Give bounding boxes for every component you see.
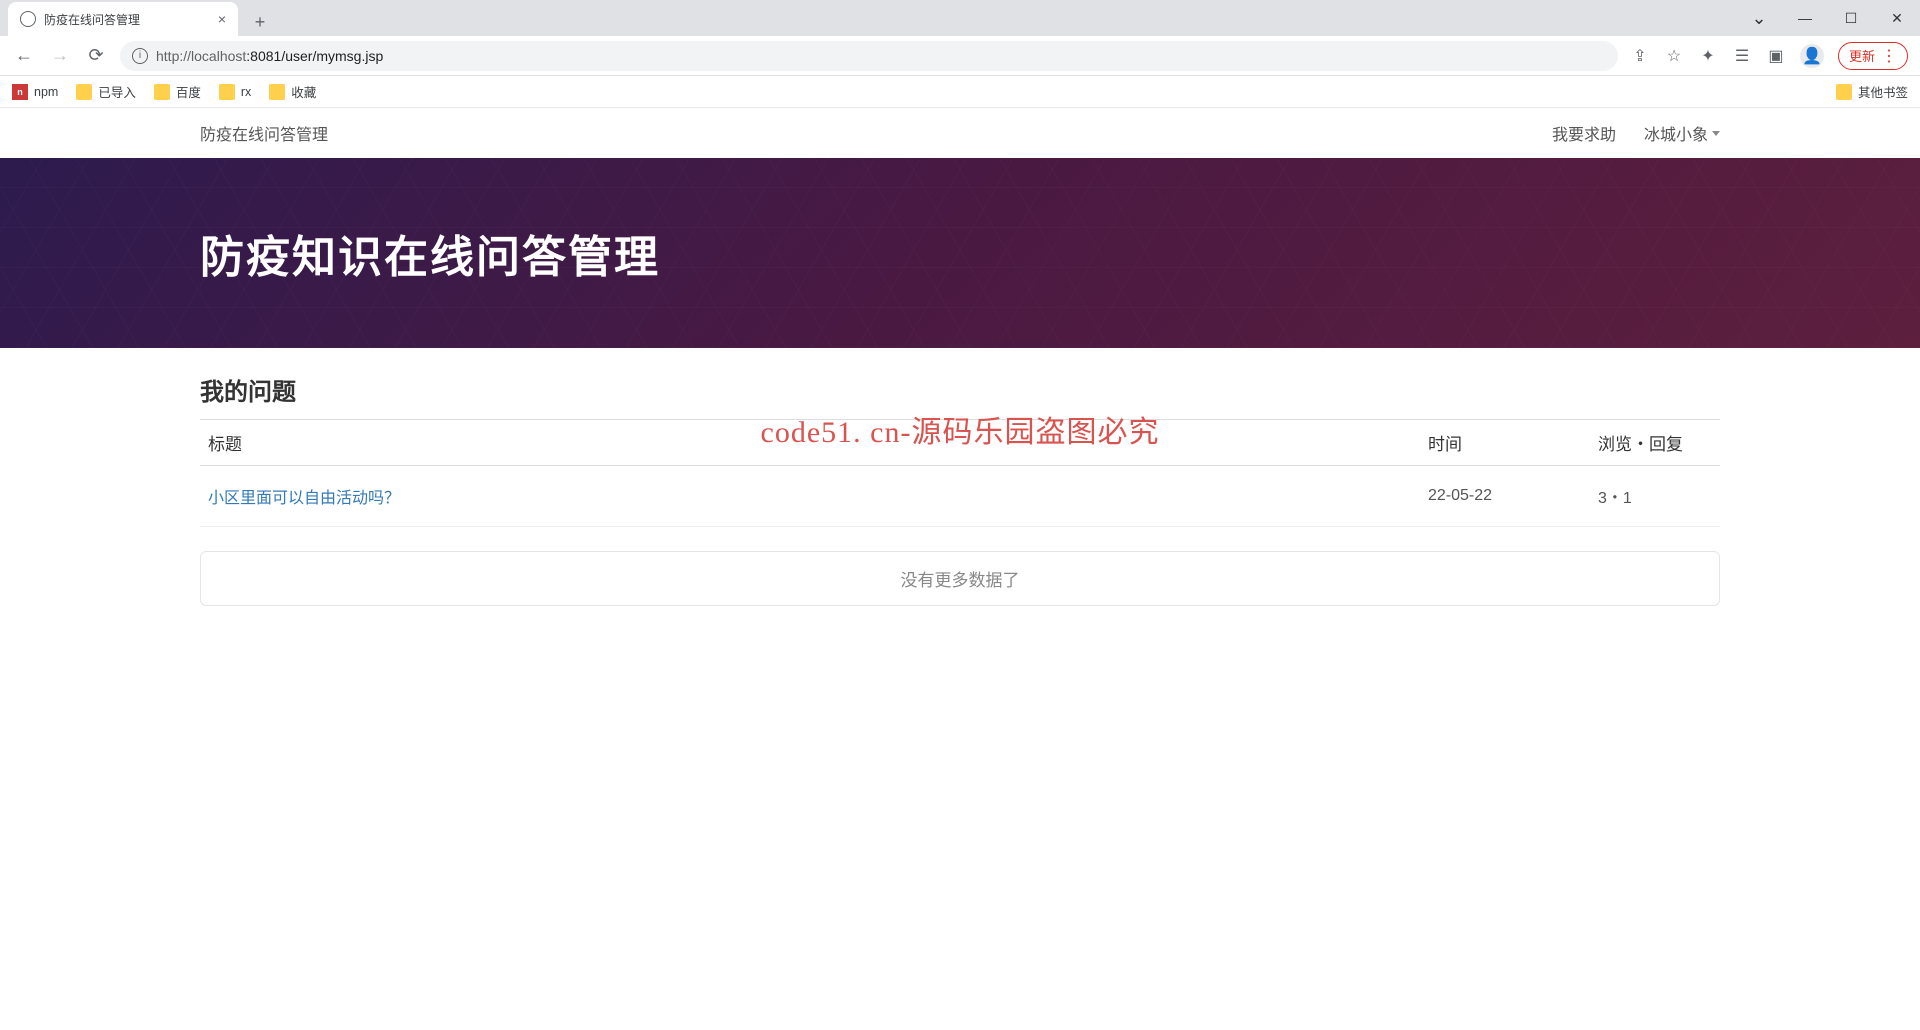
window-controls: ⌄ — ☐ ✕ xyxy=(1736,0,1920,36)
section-title: 我的问题 xyxy=(200,372,1720,407)
bookmarks-bar: nnpm 已导入 百度 rx 收藏 其他书签 xyxy=(0,76,1920,108)
folder-icon xyxy=(1836,84,1852,100)
help-link[interactable]: 我要求助 xyxy=(1552,121,1616,145)
table-row: 小区里面可以自由活动吗？ 22-05-22 3・1 xyxy=(200,466,1720,527)
bookmark-other[interactable]: 其他书签 xyxy=(1836,82,1908,101)
maximize-button[interactable]: ☐ xyxy=(1828,3,1874,33)
close-tab-icon[interactable]: × xyxy=(218,11,226,27)
reading-list-icon[interactable]: ☰ xyxy=(1732,46,1752,66)
minimize-button[interactable]: — xyxy=(1782,3,1828,33)
hero-banner: 防疫知识在线问答管理 xyxy=(0,158,1920,348)
bookmark-npm[interactable]: nnpm xyxy=(12,84,58,100)
col-title: 标题 xyxy=(200,420,1420,466)
forward-button[interactable]: → xyxy=(48,44,72,68)
tab-title: 防疫在线问答管理 xyxy=(44,11,140,28)
bookmark-favorites[interactable]: 收藏 xyxy=(269,82,316,101)
folder-icon xyxy=(219,84,235,100)
bookmark-baidu[interactable]: 百度 xyxy=(154,82,201,101)
profile-avatar[interactable]: 👤 xyxy=(1800,44,1824,68)
more-icon: ⋮ xyxy=(1881,46,1897,66)
reload-button[interactable]: ⟳ xyxy=(84,44,108,68)
bookmark-imported[interactable]: 已导入 xyxy=(76,82,136,101)
question-link[interactable]: 小区里面可以自由活动吗？ xyxy=(208,490,400,507)
col-stats: 浏览・回复 xyxy=(1590,420,1720,466)
hero-title: 防疫知识在线问答管理 xyxy=(200,221,660,285)
new-tab-button[interactable]: + xyxy=(246,8,274,36)
nav-title: 防疫在线问答管理 xyxy=(200,121,328,145)
globe-icon xyxy=(20,11,36,27)
browser-tab-bar: 防疫在线问答管理 × + ⌄ — ☐ ✕ xyxy=(0,0,1920,36)
page-navbar: 防疫在线问答管理 我要求助 冰城小象 xyxy=(0,108,1920,158)
tab-dropdown-icon[interactable]: ⌄ xyxy=(1736,3,1782,33)
folder-icon xyxy=(76,84,92,100)
npm-icon: n xyxy=(12,84,28,100)
side-panel-icon[interactable]: ▣ xyxy=(1766,46,1786,66)
url-text: http://localhost:8081/user/mymsg.jsp xyxy=(156,48,383,64)
questions-table: 标题 时间 浏览・回复 小区里面可以自由活动吗？ 22-05-22 3・1 xyxy=(200,419,1720,527)
question-time: 22-05-22 xyxy=(1420,466,1590,527)
back-button[interactable]: ← xyxy=(12,44,36,68)
site-info-icon[interactable]: i xyxy=(132,48,148,64)
share-icon[interactable]: ⇪ xyxy=(1630,46,1650,66)
chevron-down-icon xyxy=(1712,131,1720,136)
main-content: 我的问题 标题 时间 浏览・回复 小区里面可以自由活动吗？ 22-05-22 3… xyxy=(0,348,1920,630)
browser-tab[interactable]: 防疫在线问答管理 × xyxy=(8,2,238,36)
address-bar: ← → ⟳ i http://localhost:8081/user/mymsg… xyxy=(0,36,1920,76)
update-button[interactable]: 更新⋮ xyxy=(1838,42,1908,70)
col-time: 时间 xyxy=(1420,420,1590,466)
folder-icon xyxy=(269,84,285,100)
bookmark-rx[interactable]: rx xyxy=(219,84,251,100)
no-more-data: 没有更多数据了 xyxy=(200,551,1720,606)
folder-icon xyxy=(154,84,170,100)
star-icon[interactable]: ☆ xyxy=(1664,46,1684,66)
question-stats: 3・1 xyxy=(1590,466,1720,527)
user-dropdown[interactable]: 冰城小象 xyxy=(1644,121,1720,145)
url-input[interactable]: i http://localhost:8081/user/mymsg.jsp xyxy=(120,41,1618,71)
extensions-icon[interactable]: ✦ xyxy=(1698,46,1718,66)
close-window-button[interactable]: ✕ xyxy=(1874,3,1920,33)
